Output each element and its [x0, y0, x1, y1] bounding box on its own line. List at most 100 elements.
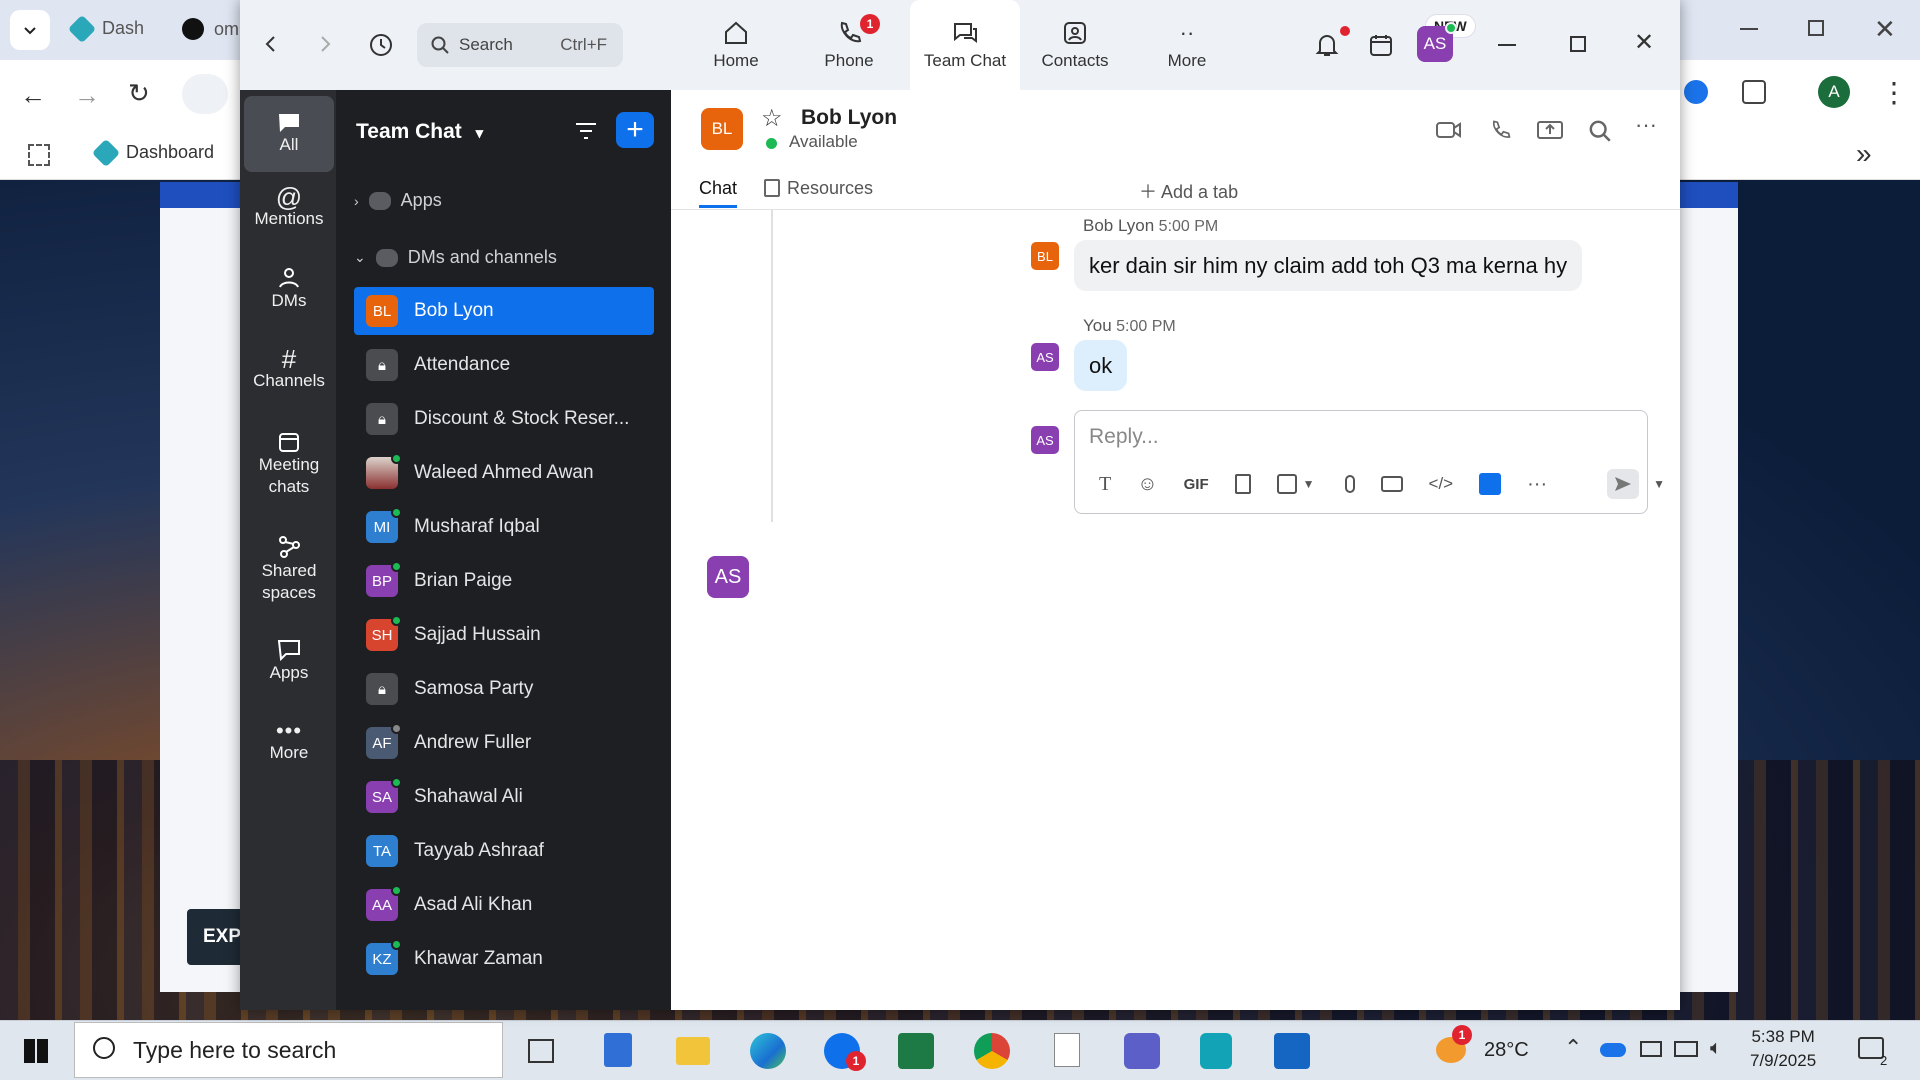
- phone-icon[interactable]: [1488, 118, 1512, 142]
- chat-item-andrew[interactable]: AF Andrew Fuller: [354, 719, 654, 767]
- chat-item-samosa-party[interactable]: 🔒︎ Samosa Party: [354, 665, 654, 713]
- section-dms-and-channels[interactable]: ⌄ DMs and channels: [354, 247, 557, 268]
- text-format-icon[interactable]: T: [1099, 473, 1111, 496]
- calculator-app-icon[interactable]: [604, 1033, 632, 1067]
- restore-icon[interactable]: [1808, 20, 1824, 36]
- weather-temperature[interactable]: 28°C: [1484, 1039, 1529, 1062]
- chat-item-attendance[interactable]: 🔒︎ Attendance: [354, 341, 654, 389]
- history-icon[interactable]: [368, 32, 394, 58]
- chevron-down-icon[interactable]: ▼: [1303, 477, 1315, 491]
- browser-tab[interactable]: om: [182, 18, 239, 40]
- task-view-icon[interactable]: [528, 1039, 554, 1063]
- profile-avatar[interactable]: A: [1818, 76, 1850, 108]
- minimize-icon[interactable]: [1498, 44, 1516, 46]
- nav-home[interactable]: Home: [681, 0, 791, 90]
- extension-icon[interactable]: [1684, 80, 1708, 104]
- rail-mentions[interactable]: @ Mentions: [244, 184, 334, 230]
- message-bubble[interactable]: ker dain sir him ny claim add toh Q3 ma …: [1074, 240, 1583, 291]
- chevron-up-icon[interactable]: ⌃: [1564, 1035, 1582, 1061]
- code-icon[interactable]: </>: [1429, 474, 1454, 494]
- nav-contacts[interactable]: Contacts: [1020, 0, 1130, 90]
- contact-name[interactable]: Bob Lyon: [801, 106, 897, 130]
- emoji-icon[interactable]: ☺: [1137, 473, 1157, 496]
- excel-app-icon[interactable]: [898, 1033, 934, 1069]
- chat-item-discount-stock[interactable]: 🔒︎ Discount & Stock Reser...: [354, 395, 654, 443]
- chat-item-shahawal[interactable]: SA Shahawal Ali: [354, 773, 654, 821]
- more-options-icon[interactable]: ···: [1635, 112, 1657, 138]
- search-icon[interactable]: [1589, 120, 1611, 142]
- file-explorer-app-icon[interactable]: [676, 1037, 710, 1065]
- more-bookmarks-icon[interactable]: »: [1856, 138, 1872, 170]
- chat-item-musharaf[interactable]: MI Musharaf Iqbal: [354, 503, 654, 551]
- video-icon[interactable]: [1436, 120, 1462, 140]
- tab-list-button[interactable]: [10, 10, 50, 50]
- nav-more[interactable]: ·· More: [1132, 0, 1242, 90]
- search-input[interactable]: Search Ctrl+F: [417, 23, 623, 67]
- notes-icon[interactable]: [1479, 473, 1502, 495]
- reply-box[interactable]: Reply... T ☺ GIF ▼ </> ··· ▼: [1074, 410, 1665, 514]
- chat-item-asad[interactable]: AA Asad Ali Khan: [354, 881, 654, 929]
- star-icon[interactable]: ☆: [761, 104, 783, 133]
- maximize-icon[interactable]: [1570, 36, 1586, 52]
- gif-button[interactable]: GIF: [1184, 476, 1209, 493]
- system-clock[interactable]: 5:38 PM 7/9/2025: [1750, 1025, 1816, 1073]
- rail-dms[interactable]: DMs: [244, 266, 334, 312]
- contact-avatar[interactable]: BL: [701, 108, 743, 150]
- rail-shared-spaces[interactable]: Shared spaces: [244, 534, 334, 604]
- taskbar-search-box[interactable]: Type here to search: [74, 1022, 503, 1078]
- notepad-app-icon[interactable]: [1054, 1033, 1080, 1067]
- nav-team-chat[interactable]: Team Chat: [910, 0, 1020, 90]
- kebab-menu-icon[interactable]: ⋮: [1880, 76, 1908, 109]
- bell-icon[interactable]: [1314, 32, 1340, 58]
- minimize-icon[interactable]: [1740, 28, 1758, 30]
- rail-channels[interactable]: # Channels: [244, 346, 334, 392]
- more-icon[interactable]: ···: [1527, 473, 1547, 496]
- script-app-icon[interactable]: [1200, 1033, 1232, 1069]
- filter-icon[interactable]: [574, 120, 598, 142]
- nav-phone[interactable]: Phone: [794, 0, 904, 90]
- forward-chevron-icon[interactable]: [318, 34, 332, 54]
- chat-item-brian[interactable]: BP Brian Paige: [354, 557, 654, 605]
- network-icon[interactable]: [1674, 1041, 1698, 1057]
- chrome-app-icon[interactable]: [974, 1033, 1010, 1069]
- onedrive-icon[interactable]: [1600, 1043, 1626, 1057]
- battery-icon[interactable]: [1640, 1041, 1662, 1057]
- tab-chat[interactable]: Chat: [699, 178, 738, 208]
- chat-item-sajjad[interactable]: SH Sajjad Hussain: [354, 611, 654, 659]
- chat-item-bob-lyon[interactable]: BL Bob Lyon: [354, 287, 654, 335]
- tab-add[interactable]: ＋ Add a tab: [1139, 178, 1238, 204]
- rail-more[interactable]: ••• More: [244, 720, 334, 764]
- chevron-down-icon[interactable]: ▼: [1653, 477, 1665, 491]
- reload-icon[interactable]: ↻: [128, 78, 150, 109]
- rail-apps[interactable]: Apps: [244, 638, 334, 684]
- chat-item-khawar[interactable]: KZ Khawar Zaman: [354, 935, 654, 983]
- screenshot-icon[interactable]: [1276, 474, 1297, 494]
- screen-share-icon[interactable]: [1537, 120, 1563, 142]
- message-bubble[interactable]: ok: [1074, 340, 1128, 391]
- site-info-icon[interactable]: [182, 74, 228, 114]
- volume-icon[interactable]: 🔈︎: [1710, 1037, 1722, 1060]
- microphone-icon[interactable]: [1344, 475, 1355, 493]
- back-chevron-icon[interactable]: [264, 34, 278, 54]
- chat-list-title[interactable]: Team Chat ▾: [356, 120, 483, 144]
- close-icon[interactable]: ✕: [1874, 14, 1896, 45]
- video-message-icon[interactable]: [1380, 476, 1403, 492]
- send-icon[interactable]: [1607, 469, 1640, 499]
- tab-resources[interactable]: Resources: [787, 178, 873, 199]
- browser-tab[interactable]: Dash: [67, 14, 144, 43]
- apps-grid-icon[interactable]: [28, 144, 50, 166]
- rail-all[interactable]: All: [244, 96, 334, 172]
- new-chat-button[interactable]: +: [616, 112, 654, 148]
- file-icon[interactable]: [1234, 474, 1251, 494]
- section-apps[interactable]: › Apps: [354, 190, 442, 211]
- chat-item-tayyab[interactable]: TA Tayyab Ashraaf: [354, 827, 654, 875]
- outlook-app-icon[interactable]: [1274, 1033, 1310, 1069]
- back-arrow-icon[interactable]: ←: [20, 80, 46, 111]
- windows-start-icon[interactable]: [24, 1039, 48, 1063]
- teams-app-icon[interactable]: [1124, 1033, 1160, 1069]
- bookmark-dashboard[interactable]: Dashboard: [91, 138, 214, 167]
- puzzle-icon[interactable]: [1742, 80, 1766, 104]
- edge-app-icon[interactable]: [750, 1033, 786, 1069]
- calendar-icon[interactable]: [1368, 32, 1394, 58]
- rail-meeting-chats[interactable]: Meeting chats: [244, 430, 334, 498]
